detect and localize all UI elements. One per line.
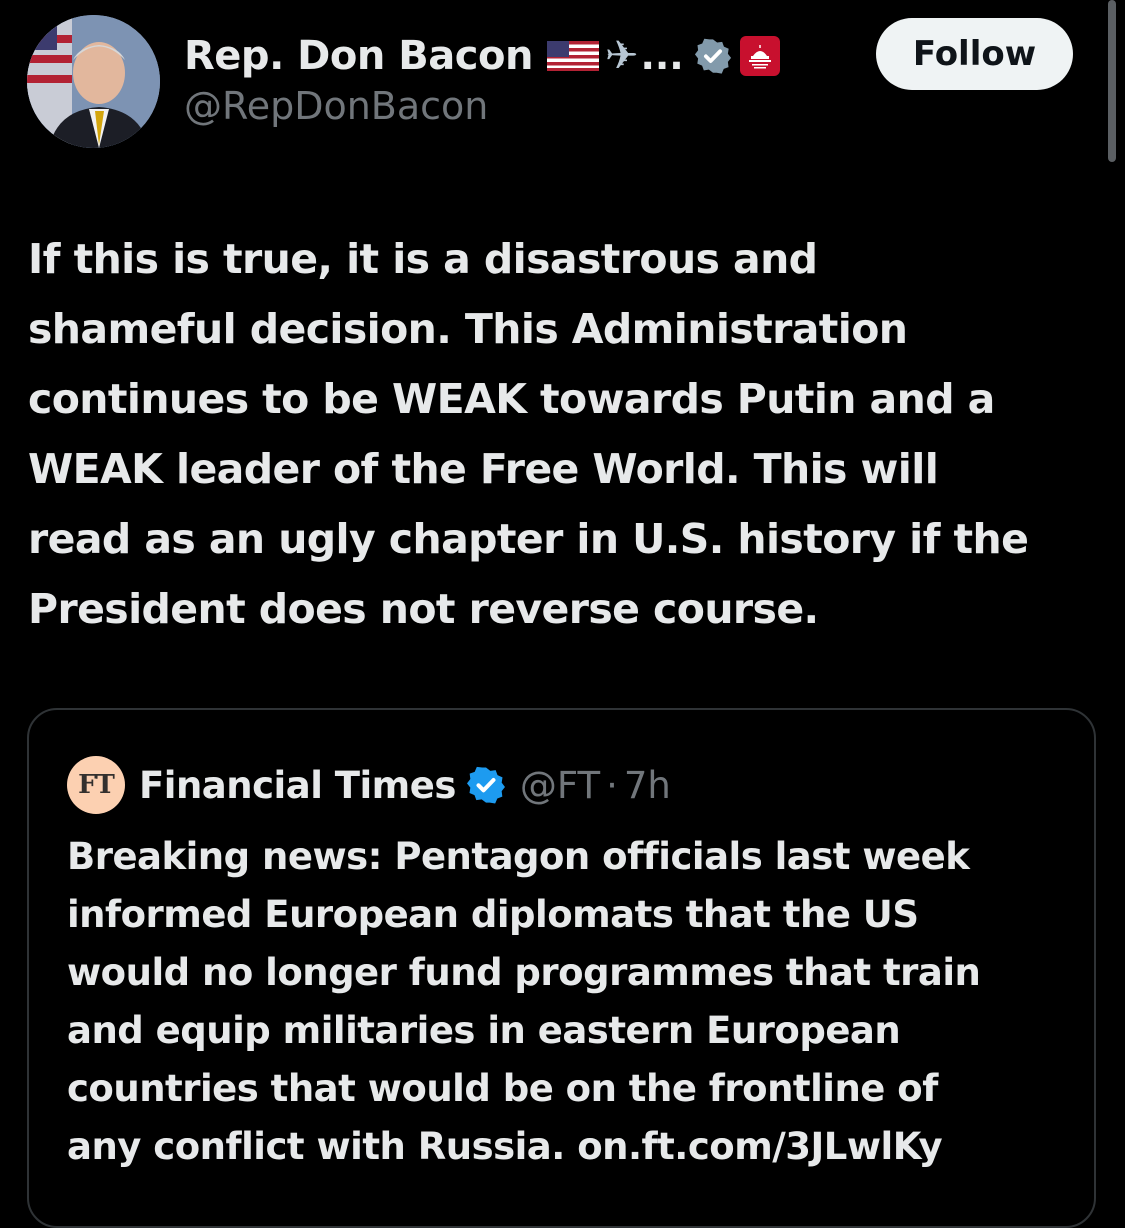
airplane-icon: ✈ <box>604 33 639 79</box>
quoted-line: any conflict with Russia. on.ft.com/3JLw… <box>67 1125 943 1168</box>
quoted-tweet-text: Breaking news: Pentagon officials last w… <box>67 828 1087 1176</box>
tweet-line: President does not reverse course. <box>28 585 819 633</box>
quoted-author-handle[interactable]: @FT <box>520 764 600 807</box>
quoted-line: and equip militaries in eastern European <box>67 1009 901 1052</box>
author-header: Rep. Don Bacon ✈ ... @RepDonBacon <box>184 30 780 128</box>
tweet-line: continues to be WEAK towards Putin and a <box>28 375 995 423</box>
tweet-line: If this is true, it is a disastrous and <box>28 235 818 283</box>
capitol-icon <box>748 45 771 69</box>
follow-button[interactable]: Follow <box>876 18 1073 90</box>
tweet-line: read as an ugly chapter in U.S. history … <box>28 515 1029 563</box>
scrollbar[interactable] <box>1108 0 1116 162</box>
ft-logo-avatar[interactable]: FT <box>67 756 125 814</box>
author-name-row[interactable]: Rep. Don Bacon ✈ ... <box>184 30 780 82</box>
author-handle[interactable]: @RepDonBacon <box>184 84 780 128</box>
author-avatar[interactable] <box>27 15 160 148</box>
verified-gray-icon[interactable] <box>694 37 732 75</box>
house-gop-icon[interactable] <box>739 36 780 76</box>
quoted-tweet-header: FT Financial Times @FT · 7h <box>67 756 671 814</box>
quoted-line: countries that would be on the frontline… <box>67 1067 938 1110</box>
quoted-tweet-card[interactable]: FT Financial Times @FT · 7h Breaking new… <box>27 708 1096 1228</box>
avatar-portrait <box>27 15 160 148</box>
separator-dot: · <box>606 763 618 807</box>
name-ellipsis: ... <box>640 34 684 78</box>
quoted-line: Breaking news: Pentagon officials last w… <box>67 835 970 878</box>
quoted-author-name[interactable]: Financial Times <box>139 764 456 807</box>
author-display-name[interactable]: Rep. Don Bacon <box>184 33 533 79</box>
tweet-line: shameful decision. This Administration <box>28 305 908 353</box>
tweet-line: WEAK leader of the Free World. This will <box>28 445 939 493</box>
tweet-text: If this is true, it is a disastrous and … <box>28 224 1108 644</box>
quoted-timestamp[interactable]: 7h <box>624 764 671 807</box>
us-flag-icon <box>546 41 599 71</box>
quoted-line: informed European diplomats that the US <box>67 893 919 936</box>
quoted-line: would no longer fund programmes that tra… <box>67 951 981 994</box>
verified-blue-icon[interactable] <box>466 765 506 805</box>
